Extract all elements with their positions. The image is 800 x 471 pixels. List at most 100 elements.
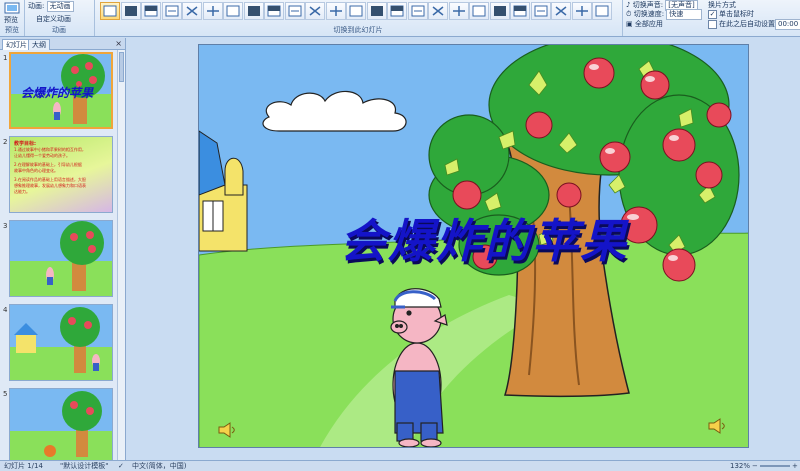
transition-icon (267, 5, 281, 17)
transition-icon (103, 5, 117, 17)
transition-icon (309, 6, 321, 16)
on-click-option[interactable]: ✓ 单击鼠标时 (708, 9, 754, 19)
transition-options-group: ♪ 切换声音: [无声音] ⏱ 切换速度: 快速 ▣ 全部应用 (622, 0, 704, 36)
slides-pane-scrollbar[interactable] (117, 50, 125, 460)
close-pane-icon[interactable]: × (115, 38, 122, 49)
transition-effect-button[interactable] (141, 2, 161, 20)
transition-icon (534, 5, 547, 17)
transition-effect-button[interactable] (407, 2, 428, 20)
transition-effect-button[interactable] (120, 2, 141, 20)
slide-thumbnail-4[interactable] (9, 304, 113, 381)
preview-group-label: 预览 (5, 26, 19, 34)
transition-effect-button[interactable] (202, 2, 223, 20)
transition-icon (411, 5, 424, 17)
transition-icon (288, 5, 301, 17)
slide-number: 3 (3, 222, 8, 230)
apply-all-label: 全部应用 (634, 20, 663, 28)
transition-effect-button[interactable] (161, 2, 182, 20)
transition-icon (595, 5, 609, 17)
apply-all-button[interactable]: ▣ 全部应用 (626, 19, 663, 29)
transition-effect-button[interactable] (264, 2, 284, 20)
slide-number: 4 (3, 306, 8, 314)
thumbnail-line: 故事中角色的心理变化。 (14, 168, 58, 173)
transition-icon (432, 6, 444, 16)
slide-title[interactable]: 会爆炸的苹果 (259, 205, 709, 271)
auto-advance-time-input[interactable]: 00:00 (775, 19, 800, 30)
thumbnail-scene (10, 389, 112, 464)
thumbnail-line: 达能力。 (14, 189, 30, 194)
slide-thumbnail-5[interactable] (9, 388, 113, 465)
transition-speed-dropdown[interactable]: 快速 (666, 9, 703, 20)
scrollbar-thumb[interactable] (119, 52, 124, 82)
transition-icon (186, 6, 198, 16)
transition-icon (575, 6, 588, 16)
transition-effect-button[interactable] (448, 2, 469, 20)
slide-number: 1 (3, 54, 8, 62)
preview-group: 预览 预览 (0, 0, 25, 36)
on-click-label: 单击鼠标时 (719, 10, 754, 18)
transition-effect-button[interactable] (243, 2, 264, 20)
transition-effect-button[interactable] (571, 2, 592, 20)
slide-canvas[interactable]: 会爆炸的苹果 (198, 44, 749, 448)
zoom-slider[interactable] (760, 465, 790, 467)
transition-effect-button[interactable] (223, 2, 243, 20)
transition-effect-button[interactable] (100, 2, 120, 20)
transition-effect-button[interactable] (510, 2, 530, 20)
transition-effect-button[interactable] (428, 2, 448, 20)
transition-effect-button[interactable] (592, 2, 612, 20)
transition-icon (226, 5, 240, 17)
animation-label: 动画: 无动画 (28, 1, 74, 12)
advance-slide-group: 换片方式 ✓单击鼠标时 在此之后自动设置动画效果:00:00 (704, 0, 800, 36)
transition-effect-button[interactable] (182, 2, 202, 20)
animation-group: 动画: 无动画 自定义动画 动画 (24, 0, 95, 36)
transition-icon (144, 5, 158, 17)
apply-all-icon: ▣ (626, 20, 633, 28)
transition-icon (390, 5, 404, 17)
status-bar: 幻灯片 1/14 "默认设计模板" ✓ 中文(简体，中国) 132% − + (0, 460, 800, 471)
transition-icon (165, 5, 178, 17)
transition-icon (472, 5, 486, 17)
transition-gallery-group: 切换到此幻灯片 (94, 0, 623, 36)
slide-thumbnail-3[interactable] (9, 220, 113, 297)
transition-icon (349, 5, 363, 17)
transition-effect-button[interactable] (305, 2, 325, 20)
auto-advance-option[interactable]: 在此之后自动设置动画效果:00:00 (708, 19, 800, 30)
preview-button[interactable]: 预览 (3, 2, 21, 24)
transition-icon (513, 5, 527, 17)
speed-icon: ⏱ (626, 10, 632, 18)
auto-advance-checkbox[interactable] (708, 19, 717, 29)
transition-icon (452, 6, 465, 16)
transition-effect-button[interactable] (489, 2, 510, 20)
transition-effect-button[interactable] (387, 2, 407, 20)
transition-effect-button[interactable] (551, 2, 571, 20)
ribbon: 预览 预览 动画: 无动画 自定义动画 动画 切换到此幻灯片 ♪ 切换声音: [… (0, 0, 800, 37)
preview-button-label: 预览 (4, 16, 18, 24)
on-click-checkbox[interactable]: ✓ (708, 9, 717, 19)
tab-outline[interactable]: 大纲 (28, 39, 50, 50)
sound-icon: ♪ (626, 1, 631, 9)
animation-label-text: 动画: (28, 2, 45, 10)
transition-effect-button[interactable] (284, 2, 305, 20)
thumbnail-heading: 教学目标: (14, 141, 36, 147)
transition-icon (206, 6, 219, 16)
transition-icon (329, 6, 342, 16)
transition-effect-button[interactable] (325, 2, 346, 20)
animation-group-label: 动画 (52, 26, 66, 34)
tab-slides[interactable]: 幻灯片 (2, 39, 31, 50)
slide-thumbnail-1[interactable]: 会爆炸的苹果 (9, 52, 113, 129)
transition-speed-label: 切换速度: (633, 10, 665, 18)
transition-effect-button[interactable] (346, 2, 366, 20)
transition-effect-button[interactable] (530, 2, 551, 20)
transition-icon (370, 6, 383, 16)
slides-pane-tabs: 幻灯片 大纲 × (0, 38, 125, 50)
transition-effect-button[interactable] (366, 2, 387, 20)
auto-advance-label: 在此之后自动设置动画效果: (719, 20, 775, 28)
custom-animation-button[interactable]: 自定义动画 (36, 14, 71, 24)
transition-icon (247, 6, 260, 16)
animation-dropdown[interactable]: 无动画 (46, 1, 74, 12)
transition-sound-label: 切换声音: (632, 1, 664, 9)
slide-number: 5 (3, 390, 8, 398)
transition-icon (124, 6, 137, 16)
slide-thumbnail-2[interactable]: 教学目标: 1.通过故事中小猪和苹果树的相互作用， 让幼儿懂得一个爱劳动的孩子。… (9, 136, 113, 213)
transition-effect-button[interactable] (469, 2, 489, 20)
